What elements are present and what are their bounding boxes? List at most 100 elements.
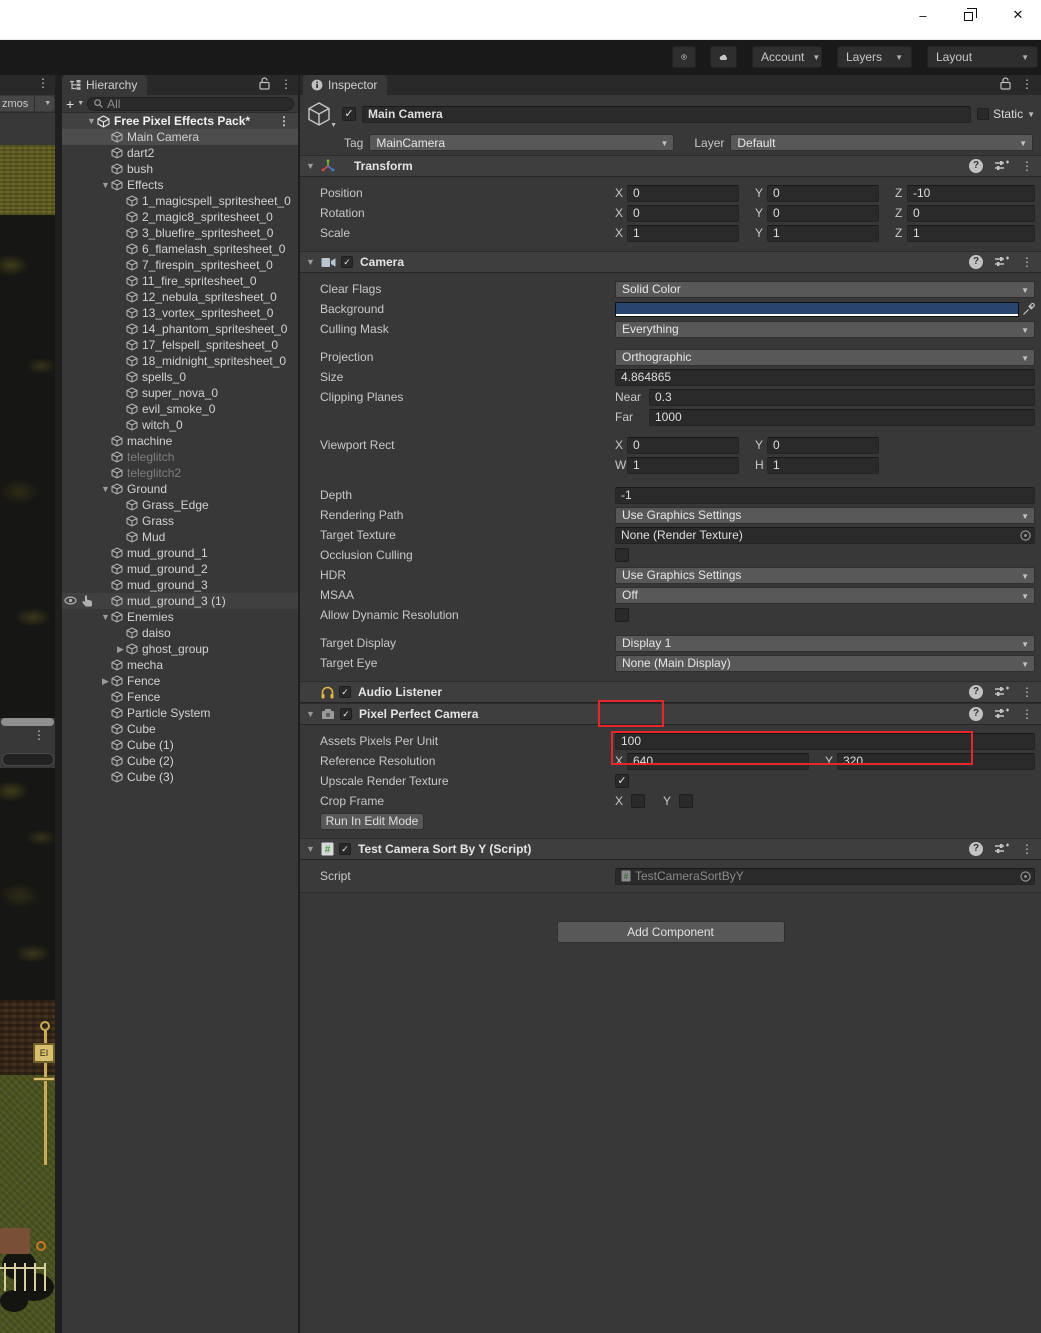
minimize-button[interactable]: – xyxy=(908,2,938,28)
hierarchy-item-witch-0[interactable]: witch_0 xyxy=(62,417,298,433)
hierarchy-item-evil-smoke-0[interactable]: evil_smoke_0 xyxy=(62,401,298,417)
position-x-field[interactable]: 0 xyxy=(627,185,739,202)
audio-listener-header[interactable]: ▼ ✓ Audio Listener ? ⋮ xyxy=(300,681,1041,703)
rotation-x-field[interactable]: 0 xyxy=(627,205,739,222)
hierarchy-item-cube-3-[interactable]: Cube (3) xyxy=(62,769,298,785)
panel-field[interactable] xyxy=(2,753,54,766)
hierarchy-item-mud[interactable]: Mud xyxy=(62,529,298,545)
target-display-dropdown[interactable]: Display 1▼ xyxy=(615,635,1035,652)
hierarchy-item-particle-system[interactable]: Particle System xyxy=(62,705,298,721)
crop-frame-y-checkbox[interactable] xyxy=(679,794,693,808)
kebab-menu-icon[interactable]: ⋮ xyxy=(33,729,45,741)
camera-header[interactable]: ▼ ✓ Camera ? ⋮ xyxy=(300,251,1041,273)
hdr-dropdown[interactable]: Use Graphics Settings▼ xyxy=(615,567,1035,584)
help-icon[interactable]: ? xyxy=(969,685,983,699)
search-input[interactable]: All xyxy=(87,97,294,111)
foldout-open-icon[interactable]: ▼ xyxy=(306,257,316,267)
hierarchy-item-11-fire-spritesheet-0[interactable]: 11_fire_spritesheet_0 xyxy=(62,273,298,289)
presets-icon[interactable] xyxy=(995,686,1009,698)
scene-dark-texture[interactable] xyxy=(0,215,55,718)
presets-icon[interactable] xyxy=(995,843,1009,855)
help-icon[interactable]: ? xyxy=(969,842,983,856)
hierarchy-item-mud-ground-2[interactable]: mud_ground_2 xyxy=(62,561,298,577)
foldout-closed-icon[interactable]: ▶ xyxy=(100,676,111,687)
msaa-dropdown[interactable]: Off▼ xyxy=(615,587,1035,604)
horizontal-scrollbar[interactable] xyxy=(1,718,54,726)
position-y-field[interactable]: 0 xyxy=(767,185,879,202)
kebab-menu-icon[interactable]: ⋮ xyxy=(1021,686,1033,698)
hierarchy-item-machine[interactable]: machine xyxy=(62,433,298,449)
foldout-open-icon[interactable]: ▼ xyxy=(306,844,316,854)
tab-inspector[interactable]: Inspector xyxy=(303,75,387,95)
hierarchy-item-1-magicspell-spritesheet-0[interactable]: 1_magicspell_spritesheet_0 xyxy=(62,193,298,209)
gameobject-name-field[interactable]: Main Camera xyxy=(362,106,971,123)
hierarchy-item-daiso[interactable]: daiso xyxy=(62,625,298,641)
account-dropdown[interactable]: Account▼ xyxy=(752,46,822,68)
hierarchy-item-7-firespin-spritesheet-0[interactable]: 7_firespin_spritesheet_0 xyxy=(62,257,298,273)
hierarchy-item-bush[interactable]: bush xyxy=(62,161,298,177)
hierarchy-item-teleglitch[interactable]: teleglitch xyxy=(62,449,298,465)
hierarchy-item-grass[interactable]: Grass xyxy=(62,513,298,529)
component-enabled-checkbox[interactable]: ✓ xyxy=(340,708,352,720)
foldout-closed-icon[interactable]: ▶ xyxy=(115,644,126,655)
hierarchy-item-main-camera[interactable]: Main Camera xyxy=(62,129,298,145)
layout-dropdown[interactable]: Layout▼ xyxy=(927,46,1038,68)
hierarchy-item-14-phantom-spritesheet-0[interactable]: 14_phantom_spritesheet_0 xyxy=(62,321,298,337)
hierarchy-item-grass-edge[interactable]: Grass_Edge xyxy=(62,497,298,513)
add-component-button[interactable]: Add Component xyxy=(557,921,785,943)
culling-mask-dropdown[interactable]: Everything▼ xyxy=(615,321,1035,338)
foldout-open-icon[interactable]: ▼ xyxy=(306,161,316,171)
help-icon[interactable]: ? xyxy=(969,707,983,721)
projection-dropdown[interactable]: Orthographic▼ xyxy=(615,349,1035,366)
foldout-open-icon[interactable]: ▼ xyxy=(100,180,111,190)
foldout-open-icon[interactable]: ▼ xyxy=(86,116,97,126)
object-picker-icon[interactable] xyxy=(1020,530,1031,541)
crop-frame-x-checkbox[interactable] xyxy=(631,794,645,808)
scale-z-field[interactable]: 1 xyxy=(907,225,1035,242)
position-z-field[interactable]: -10 xyxy=(907,185,1035,202)
upscale-render-texture-checkbox[interactable]: ✓ xyxy=(615,774,629,788)
component-enabled-checkbox[interactable]: ✓ xyxy=(339,843,351,855)
gizmos-dropdown[interactable]: zmos ▼ xyxy=(0,96,54,111)
tag-dropdown[interactable]: MainCamera▼ xyxy=(369,134,674,151)
active-checkbox[interactable]: ✓ xyxy=(342,107,356,121)
scale-y-field[interactable]: 1 xyxy=(767,225,879,242)
static-dropdown[interactable]: Static ▼ xyxy=(977,107,1035,121)
kebab-menu-icon[interactable]: ⋮ xyxy=(280,78,292,90)
kebab-menu-icon[interactable]: ⋮ xyxy=(1021,843,1033,855)
hierarchy-item-effects[interactable]: ▼Effects xyxy=(62,177,298,193)
object-picker-icon[interactable] xyxy=(1020,871,1031,882)
hierarchy-item-ghost-group[interactable]: ▶ghost_group xyxy=(62,641,298,657)
hierarchy-item-2-magic8-spritesheet-0[interactable]: 2_magic8_spritesheet_0 xyxy=(62,209,298,225)
create-button[interactable]: + xyxy=(66,97,74,111)
hierarchy-item-spells-0[interactable]: spells_0 xyxy=(62,369,298,385)
hierarchy-item-mud-ground-3[interactable]: mud_ground_3 xyxy=(62,577,298,593)
presets-icon[interactable] xyxy=(995,256,1009,268)
gameobject-icon[interactable]: ▼ xyxy=(306,101,336,127)
target-texture-field[interactable]: None (Render Texture) xyxy=(615,527,1035,544)
occlusion-culling-checkbox[interactable] xyxy=(615,548,629,562)
scene-header-row[interactable]: ▼ Free Pixel Effects Pack* ⋮ xyxy=(62,113,298,129)
rotation-z-field[interactable]: 0 xyxy=(907,205,1035,222)
scene-dark-texture[interactable] xyxy=(0,768,55,1000)
script-component-header[interactable]: ▼ # ✓ Test Camera Sort By Y (Script) ? ⋮ xyxy=(300,838,1041,860)
viewport-h-field[interactable]: 1 xyxy=(767,457,879,474)
cloud-button[interactable] xyxy=(710,46,737,68)
kebab-menu-icon[interactable]: ⋮ xyxy=(1021,256,1033,268)
restore-button[interactable] xyxy=(955,2,985,28)
tab-hierarchy[interactable]: Hierarchy xyxy=(62,75,147,95)
layer-dropdown[interactable]: Default▼ xyxy=(730,134,1033,151)
version-control-button[interactable] xyxy=(672,46,696,68)
hierarchy-item-6-flamelash-spritesheet-0[interactable]: 6_flamelash_spritesheet_0 xyxy=(62,241,298,257)
depth-field[interactable]: -1 xyxy=(615,487,1035,504)
chevron-down-icon[interactable]: ▼ xyxy=(77,100,84,107)
hierarchy-item-18-midnight-spritesheet-0[interactable]: 18_midnight_spritesheet_0 xyxy=(62,353,298,369)
rendering-path-dropdown[interactable]: Use Graphics Settings▼ xyxy=(615,507,1035,524)
foldout-open-icon[interactable]: ▼ xyxy=(100,484,111,494)
hierarchy-item-cube-1-[interactable]: Cube (1) xyxy=(62,737,298,753)
viewport-x-field[interactable]: 0 xyxy=(627,437,739,454)
rotation-y-field[interactable]: 0 xyxy=(767,205,879,222)
hierarchy-item-cube-2-[interactable]: Cube (2) xyxy=(62,753,298,769)
far-field[interactable]: 1000 xyxy=(649,409,1035,426)
target-eye-dropdown[interactable]: None (Main Display)▼ xyxy=(615,655,1035,672)
